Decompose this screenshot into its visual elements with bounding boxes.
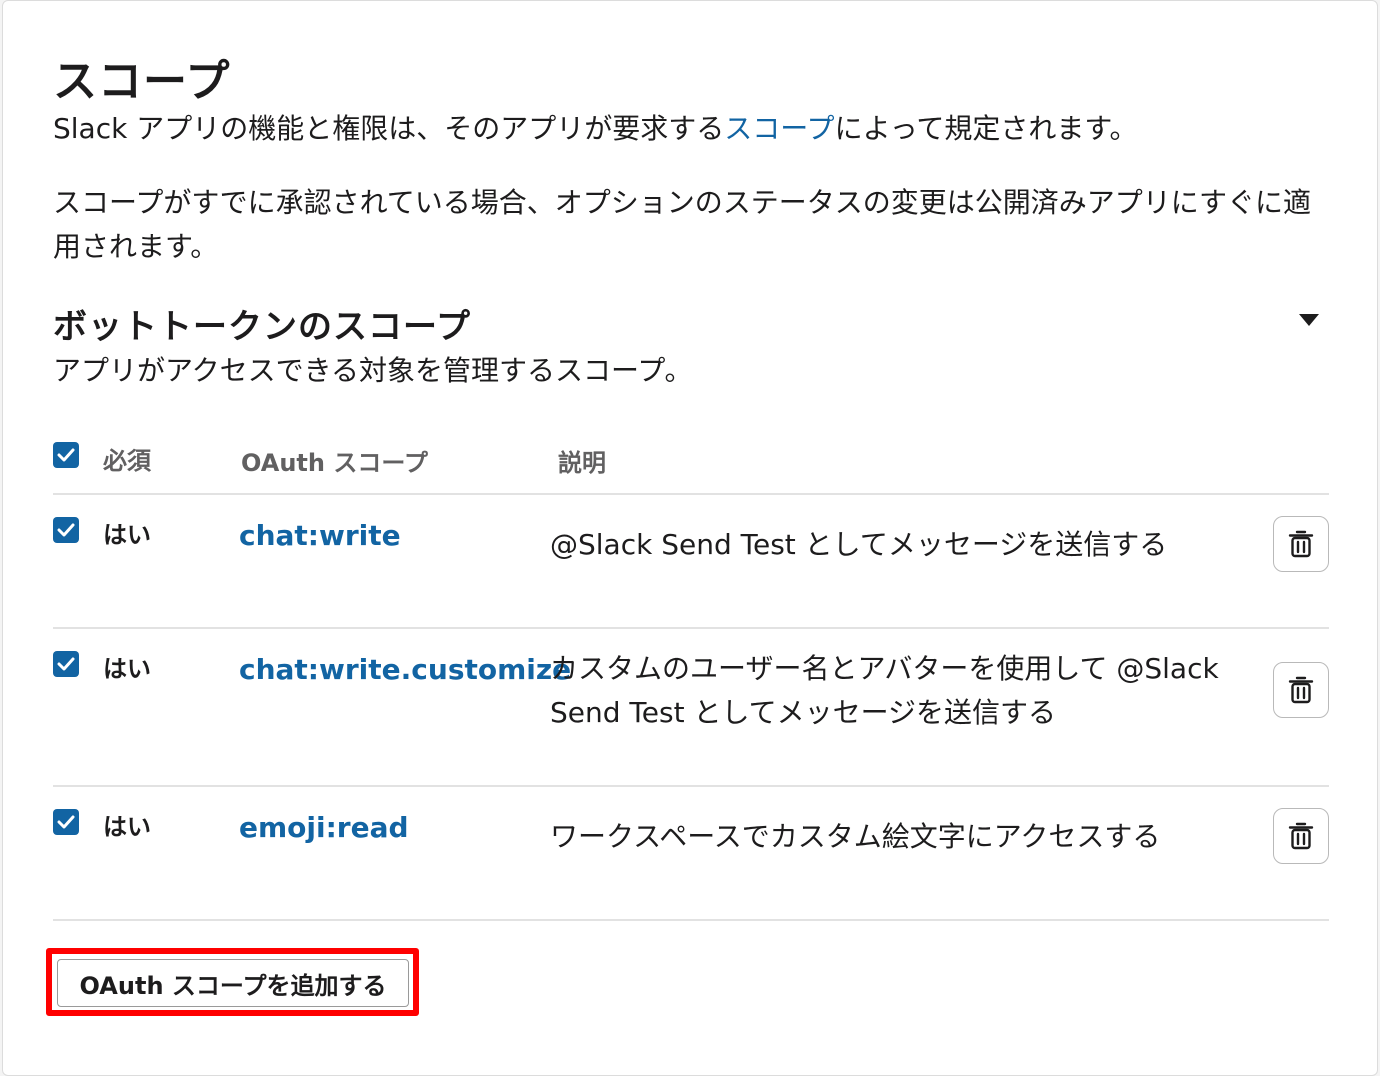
bot-scopes-description: アプリがアクセスできる対象を管理するスコープ。 xyxy=(53,354,693,387)
delete-scope-button[interactable] xyxy=(1273,662,1329,718)
row-scope-description: カスタムのユーザー名とアバターを使用して @Slack Send Test とし… xyxy=(550,652,1219,729)
intro-text: Slack アプリの機能と権限は、そのアプリが要求するスコープによって規定されま… xyxy=(53,107,1138,147)
check-icon xyxy=(57,448,75,462)
row-required-value: はい xyxy=(103,813,151,841)
collapse-caret-icon[interactable] xyxy=(1299,314,1319,326)
row-scope-name: chat:write.customize xyxy=(239,653,572,686)
row-scope-name: emoji:read xyxy=(239,811,409,844)
trash-icon xyxy=(1288,530,1314,558)
header-divider xyxy=(53,493,1329,495)
row-divider xyxy=(53,785,1329,787)
row-scope-description: @Slack Send Test としてメッセージを送信する xyxy=(550,528,1168,561)
intro-text-after: によって規定されます。 xyxy=(834,112,1138,145)
check-icon xyxy=(57,523,75,537)
scopes-link[interactable]: スコープ xyxy=(724,112,834,145)
row-required-checkbox[interactable] xyxy=(53,517,79,543)
select-all-checkbox[interactable] xyxy=(53,442,79,468)
bot-scopes-title: ボットトークンのスコープ xyxy=(53,307,471,347)
check-icon xyxy=(57,657,75,671)
row-required-checkbox[interactable] xyxy=(53,651,79,677)
check-icon xyxy=(57,815,75,829)
row-divider xyxy=(53,627,1329,629)
scopes-card: スコープ Slack アプリの機能と権限は、そのアプリが要求するスコープによって… xyxy=(2,0,1378,1076)
column-header-required: 必須 xyxy=(103,447,151,475)
row-required-value: はい xyxy=(103,655,151,683)
approval-note: スコープがすでに承認されている場合、オプションのステータスの変更は公開済みアプリ… xyxy=(53,186,1312,263)
column-header-description: 説明 xyxy=(558,449,606,477)
table-bottom-divider xyxy=(53,919,1329,921)
row-required-checkbox[interactable] xyxy=(53,809,79,835)
delete-scope-button[interactable] xyxy=(1273,516,1329,572)
trash-icon xyxy=(1288,822,1314,850)
trash-icon xyxy=(1288,676,1314,704)
column-header-scope: OAuth スコープ xyxy=(241,449,428,477)
intro-text-before: Slack アプリの機能と権限は、そのアプリが要求する xyxy=(53,112,725,145)
page-title: スコープ xyxy=(53,56,231,107)
row-scope-description: ワークスペースでカスタム絵文字にアクセスする xyxy=(550,820,1161,853)
row-scope-name: chat:write xyxy=(239,519,401,552)
delete-scope-button[interactable] xyxy=(1273,808,1329,864)
add-oauth-scope-button[interactable]: OAuth スコープを追加する xyxy=(57,959,409,1007)
row-required-value: はい xyxy=(103,521,151,549)
